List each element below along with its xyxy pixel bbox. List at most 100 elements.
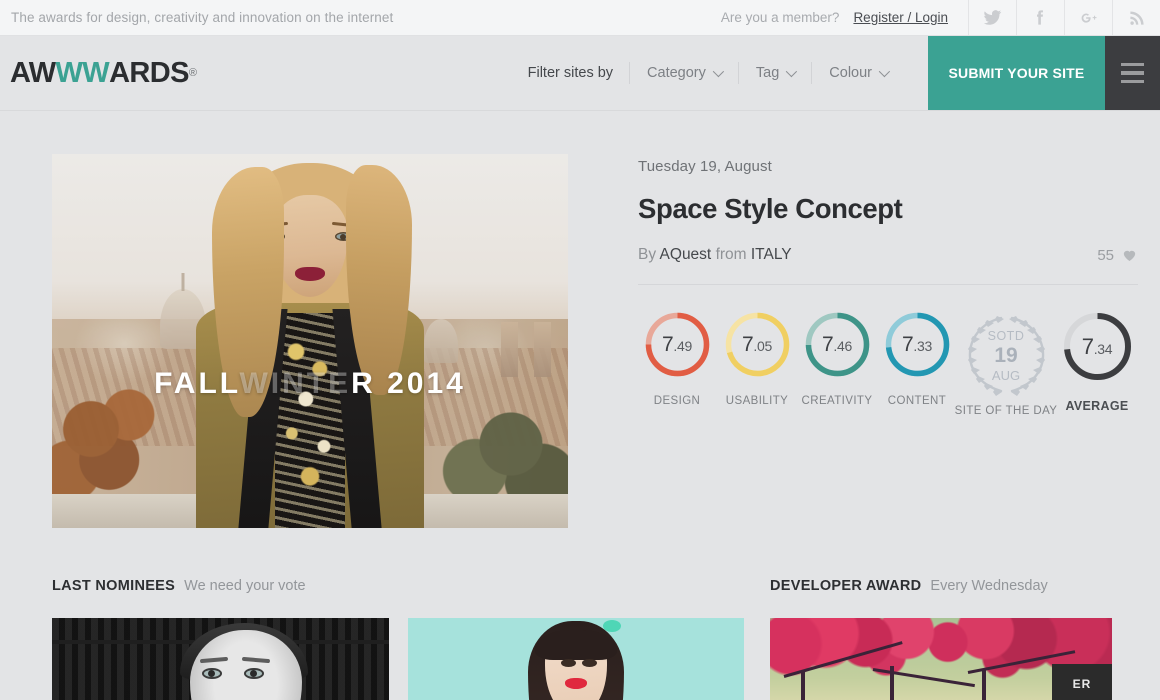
score-rings-row: 7.49 DESIGN 7.05 USABILITY 7 .46 CREATIV… xyxy=(638,311,1138,417)
score-ring-content: 7.33 xyxy=(884,311,951,378)
submit-your-site-button[interactable]: SUBMIT YOUR SITE xyxy=(928,36,1105,110)
developer-award-header: DEVELOPER AWARD Every Wednesday xyxy=(770,578,1112,594)
lower-sections: LAST NOMINEES We need your vote DEVELOPE… xyxy=(0,578,1160,700)
model-lips xyxy=(295,267,325,282)
card-portrait-eye xyxy=(243,667,264,679)
score-label-design: DESIGN xyxy=(653,395,701,407)
score-creativity[interactable]: 7.46 CREATIVITY xyxy=(798,311,876,407)
main-navbar: AW WW ARDS ® Filter sites by Category Tag C… xyxy=(0,36,1160,111)
nominee-card-mint-portrait[interactable] xyxy=(407,618,744,700)
last-nominees-subtitle: We need your vote xyxy=(184,578,306,594)
average-score-value: 7.34 xyxy=(1082,334,1113,360)
score-design[interactable]: 7.49 DESIGN xyxy=(638,311,716,407)
last-nominees-section: LAST NOMINEES We need your vote xyxy=(52,578,744,700)
card-trunk xyxy=(889,666,894,700)
score-dec: .46 xyxy=(833,337,852,354)
facebook-icon[interactable] xyxy=(1016,0,1064,35)
card-trunk xyxy=(800,671,805,700)
score-ring-creativity: 7.46 xyxy=(804,311,871,378)
byline-author[interactable]: AQuest xyxy=(660,246,712,263)
developer-award-section: DEVELOPER AWARD Every Wednesday ER xyxy=(744,578,1112,700)
average-score-ring: 7.34 xyxy=(1062,311,1133,382)
like-counter[interactable]: 55 xyxy=(1097,247,1138,264)
sotd-abbrev: SOTD xyxy=(987,328,1025,343)
score-label-creativity: CREATIVITY xyxy=(801,395,873,407)
filter-sites-by-label: Filter sites by xyxy=(527,65,614,81)
info-divider xyxy=(638,284,1138,285)
hamburger-menu-icon[interactable] xyxy=(1105,36,1160,110)
filter-colour-dropdown[interactable]: Colour xyxy=(811,62,904,84)
twitter-icon[interactable] xyxy=(968,0,1016,35)
score-value-creativity: 7.46 xyxy=(822,333,852,357)
featured-date: Tuesday 19, August xyxy=(638,158,772,175)
featured-info-column: Tuesday 19, August Space Style Concept B… xyxy=(568,154,1138,528)
nominee-card-bw-portrait[interactable] xyxy=(52,618,389,700)
card-portrait-lips xyxy=(564,678,587,690)
score-value-usability: 7.05 xyxy=(742,333,772,357)
thumb-model-figure xyxy=(196,161,424,528)
score-int: 7 xyxy=(662,332,674,356)
filter-category-label: Category xyxy=(647,65,706,81)
byline-by: By xyxy=(638,246,657,263)
score-int: 7 xyxy=(1081,333,1094,359)
site-tagline: The awards for design, creativity and in… xyxy=(11,10,394,25)
topbar-right-group: Are you a member? Register / Login xyxy=(721,0,1160,35)
like-count: 55 xyxy=(1097,246,1114,264)
chevron-down-icon xyxy=(786,65,798,78)
score-ring-design: 7.49 xyxy=(644,311,711,378)
filter-colour-label: Colour xyxy=(829,65,872,81)
score-ring-usability: 7.05 xyxy=(724,311,791,378)
awwwards-logo[interactable]: AW WW ARDS ® xyxy=(0,36,197,110)
developer-award-subtitle: Every Wednesday xyxy=(930,578,1048,594)
developer-award-title: DEVELOPER AWARD xyxy=(770,578,922,594)
byline-from: from xyxy=(715,246,747,263)
score-dec: .05 xyxy=(753,337,772,354)
logo-part-2: ARDS xyxy=(109,56,189,89)
awards-group: SOTD 19 AUG SITE OF THE DAY 7 .34 AVERAG… xyxy=(955,311,1138,417)
average-label: AVERAGE xyxy=(1065,399,1129,413)
score-label-content: CONTENT xyxy=(887,395,947,407)
filter-category-dropdown[interactable]: Category xyxy=(629,62,738,84)
sotd-month: AUG xyxy=(991,368,1021,384)
featured-site-thumbnail[interactable]: FALLWINTER 2014 xyxy=(52,154,568,528)
site-of-the-day-badge[interactable]: SOTD 19 AUG SITE OF THE DAY xyxy=(955,311,1057,417)
logo-part-1: AW xyxy=(10,56,56,89)
score-int: 7 xyxy=(822,332,834,356)
average-score: 7.34 AVERAGE xyxy=(1056,311,1138,413)
hamburger-bar xyxy=(1121,79,1144,84)
member-question: Are you a member? xyxy=(720,10,840,25)
caption-fall: FALL xyxy=(154,367,240,401)
heart-icon xyxy=(1123,250,1136,261)
chevron-down-icon xyxy=(712,65,724,78)
featured-title[interactable]: Space Style Concept xyxy=(638,193,1138,225)
sotd-day: 19 xyxy=(994,344,1018,368)
register-login-link[interactable]: Register / Login xyxy=(853,0,968,35)
utility-topbar: The awards for design, creativity and in… xyxy=(0,0,1160,36)
sotd-badge-text: SOTD 19 AUG xyxy=(988,311,1025,397)
filter-tag-label: Tag xyxy=(755,65,780,81)
rss-icon[interactable] xyxy=(1112,0,1160,35)
filter-tag-dropdown[interactable]: Tag xyxy=(737,62,811,84)
card-portrait-eye xyxy=(201,667,222,679)
registered-mark: ® xyxy=(188,67,197,79)
last-nominees-header: LAST NOMINEES We need your vote xyxy=(52,578,744,594)
byline-country[interactable]: ITALY xyxy=(751,246,792,263)
nav-filter-group: Filter sites by Category Tag Colour xyxy=(512,36,904,110)
nominee-card-list xyxy=(52,618,744,700)
card-portrait-hair-bow xyxy=(602,619,621,632)
score-usability[interactable]: 7.05 USABILITY xyxy=(718,311,796,407)
card-trunk xyxy=(982,669,987,700)
featured-byline: By AQuest from ITALY xyxy=(638,246,792,264)
featured-byline-row: By AQuest from ITALY 55 xyxy=(638,246,1138,264)
score-int: 7 xyxy=(742,332,754,356)
score-value-content: 7.33 xyxy=(902,333,932,357)
score-content[interactable]: 7.33 CONTENT xyxy=(878,311,956,407)
chevron-down-icon xyxy=(878,65,891,78)
featured-row: FALLWINTER 2014 Tuesday 19, August Space… xyxy=(52,111,1138,528)
last-nominees-title: LAST NOMINEES xyxy=(52,578,176,594)
score-int: 7 xyxy=(902,332,914,356)
googleplus-icon[interactable] xyxy=(1064,0,1112,35)
card-portrait-bangs xyxy=(534,630,617,661)
caption-year: R 2014 xyxy=(351,367,466,401)
developer-award-card-blossom[interactable]: ER xyxy=(770,618,1112,700)
